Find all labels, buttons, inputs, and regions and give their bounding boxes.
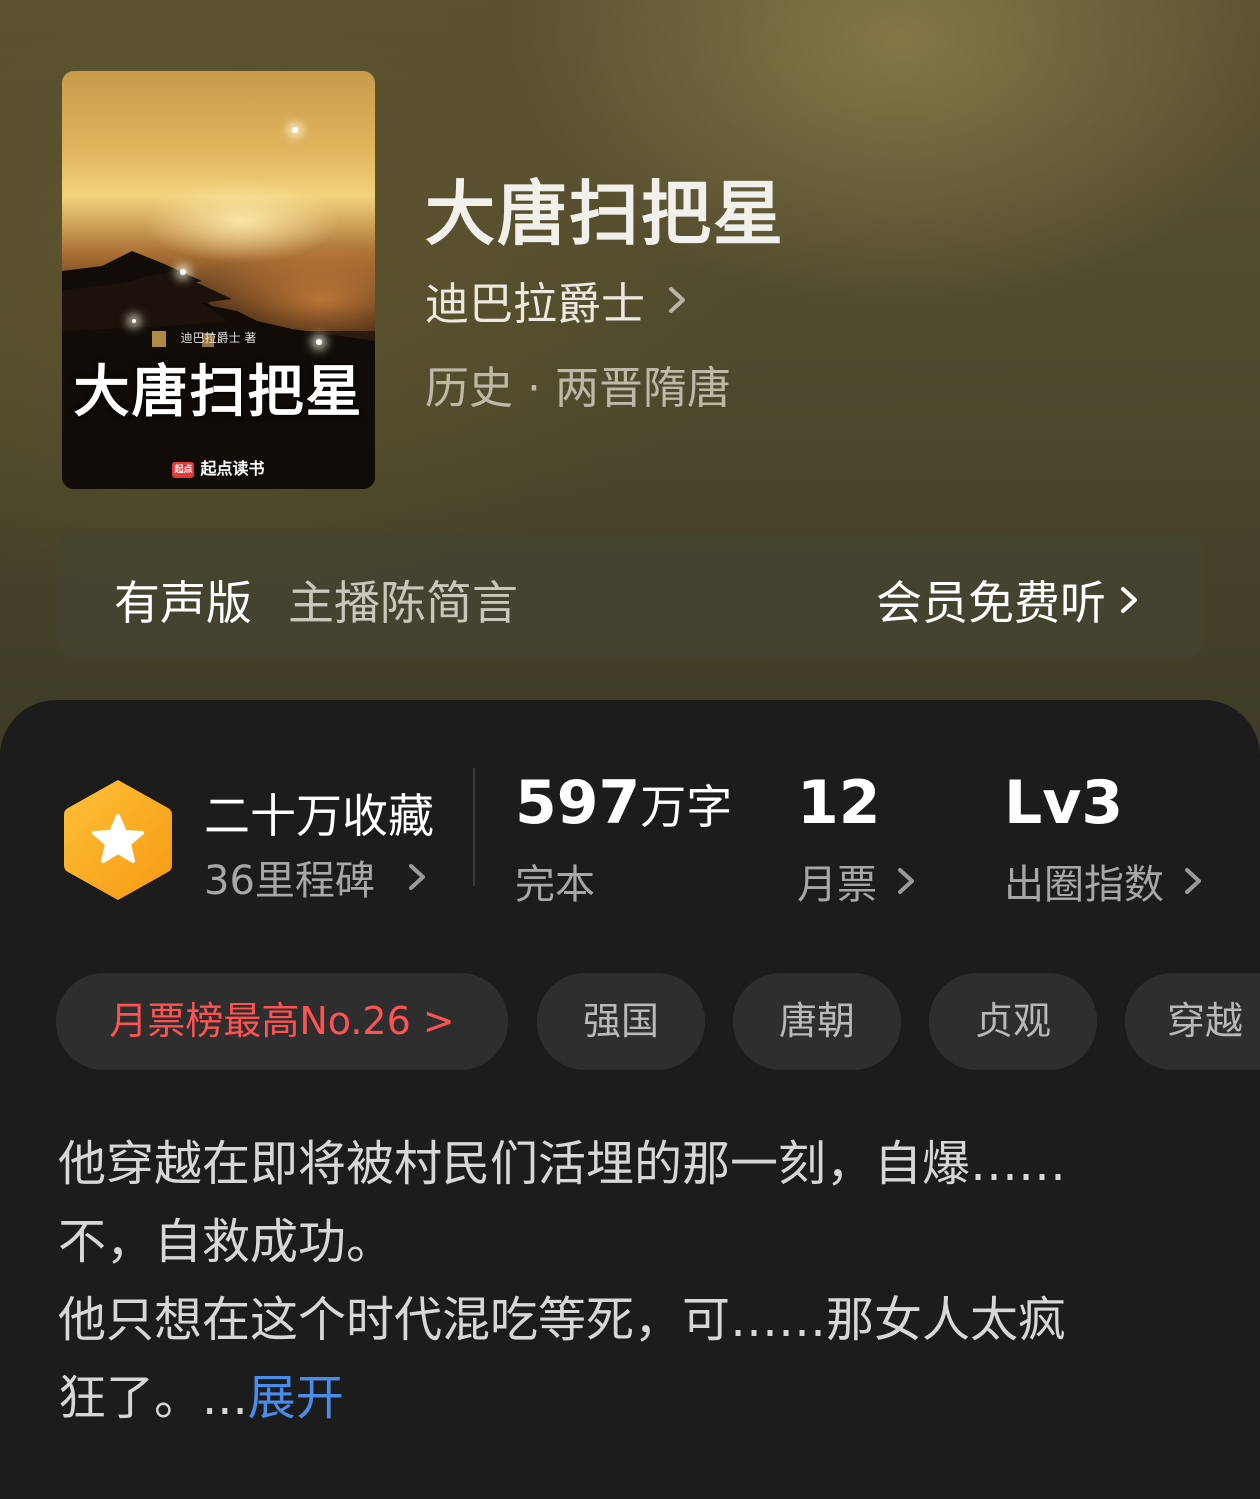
description-line: 他只想在这个时代混吃等死，可……那女人太疯 [58,1292,1067,1348]
chevron-right-icon [898,868,914,894]
book-description: 他穿越在即将被村民们活埋的那一刻，自爆…… 不，自救成功。 他只想在这个时代混吃… [58,1125,1218,1437]
expand-description-link[interactable]: 展开 [248,1370,344,1426]
monthly-votes-value: 12 [797,768,881,838]
cover-sparkle [292,127,298,133]
cover-sparkle [132,319,136,323]
cover-title: 大唐扫把星 [73,359,364,425]
cover-publisher-name: 起点读书 [200,459,265,478]
author-link[interactable]: 迪巴拉爵士 [425,268,697,332]
description-line-end: 狂了。... [58,1370,248,1426]
description-line: 狂了。...展开 [58,1359,1218,1437]
chevron-right-icon [408,864,425,890]
chevron-right-icon [669,287,685,313]
collection-star-badge-icon[interactable] [62,778,174,902]
cover-sparkle [180,269,186,275]
member-free-listen-label: 会员免费听 [876,576,1106,630]
publisher-logo-icon: 起点 [172,461,195,478]
book-title: 大唐扫把星 [425,172,785,255]
audiobook-banner[interactable]: 有声版 主播陈简言 会员免费听 [56,533,1204,657]
milestone-label: 36里程碑 [204,858,375,904]
tag-item[interactable]: 唐朝 [733,973,901,1070]
favorites-count: 二十万收藏 [204,789,434,843]
cover-publisher: 起点 起点读书 [62,455,375,479]
word-count-unit: 万字 [640,780,733,834]
stats-divider [473,768,475,886]
description-line: 他穿越在即将被村民们活埋的那一刻，自爆…… [58,1136,1067,1192]
monthly-votes-label: 月票 [797,862,877,908]
influence-index-label: 出圈指数 [1004,862,1164,908]
chevron-right-icon [1121,587,1137,613]
milestone-link[interactable]: 36里程碑 [204,848,431,906]
audiobook-host: 主播陈简言 [288,576,518,630]
influence-index-link[interactable]: 出圈指数 [1004,852,1206,910]
word-count-value: 597 [515,768,641,838]
book-genre[interactable]: 历史 · 两晋隋唐 [425,352,731,416]
tag-item[interactable]: 贞观 [929,973,1097,1070]
influence-level-value: Lv3 [1004,768,1124,838]
member-free-listen-button[interactable]: 会员免费听 [876,567,1144,633]
word-count: 597万字 [515,768,732,838]
audiobook-label: 有声版 [114,576,252,630]
tag-item[interactable]: 穿越 [1125,973,1260,1070]
completion-status: 完本 [515,862,595,908]
tag-item[interactable]: 强国 [537,973,705,1070]
monthly-rank-tag[interactable]: 月票榜最高No.26 > [56,973,508,1070]
book-cover[interactable]: 迪巴拉爵士 著 大唐扫把星 起点 起点读书 [62,71,375,489]
description-line: 不，自救成功。 [58,1214,395,1270]
chevron-right-icon [1185,868,1201,894]
monthly-votes-link[interactable]: 月票 [797,852,919,910]
author-name: 迪巴拉爵士 [425,279,645,330]
cover-author-credit: 迪巴拉爵士 著 [180,331,257,345]
